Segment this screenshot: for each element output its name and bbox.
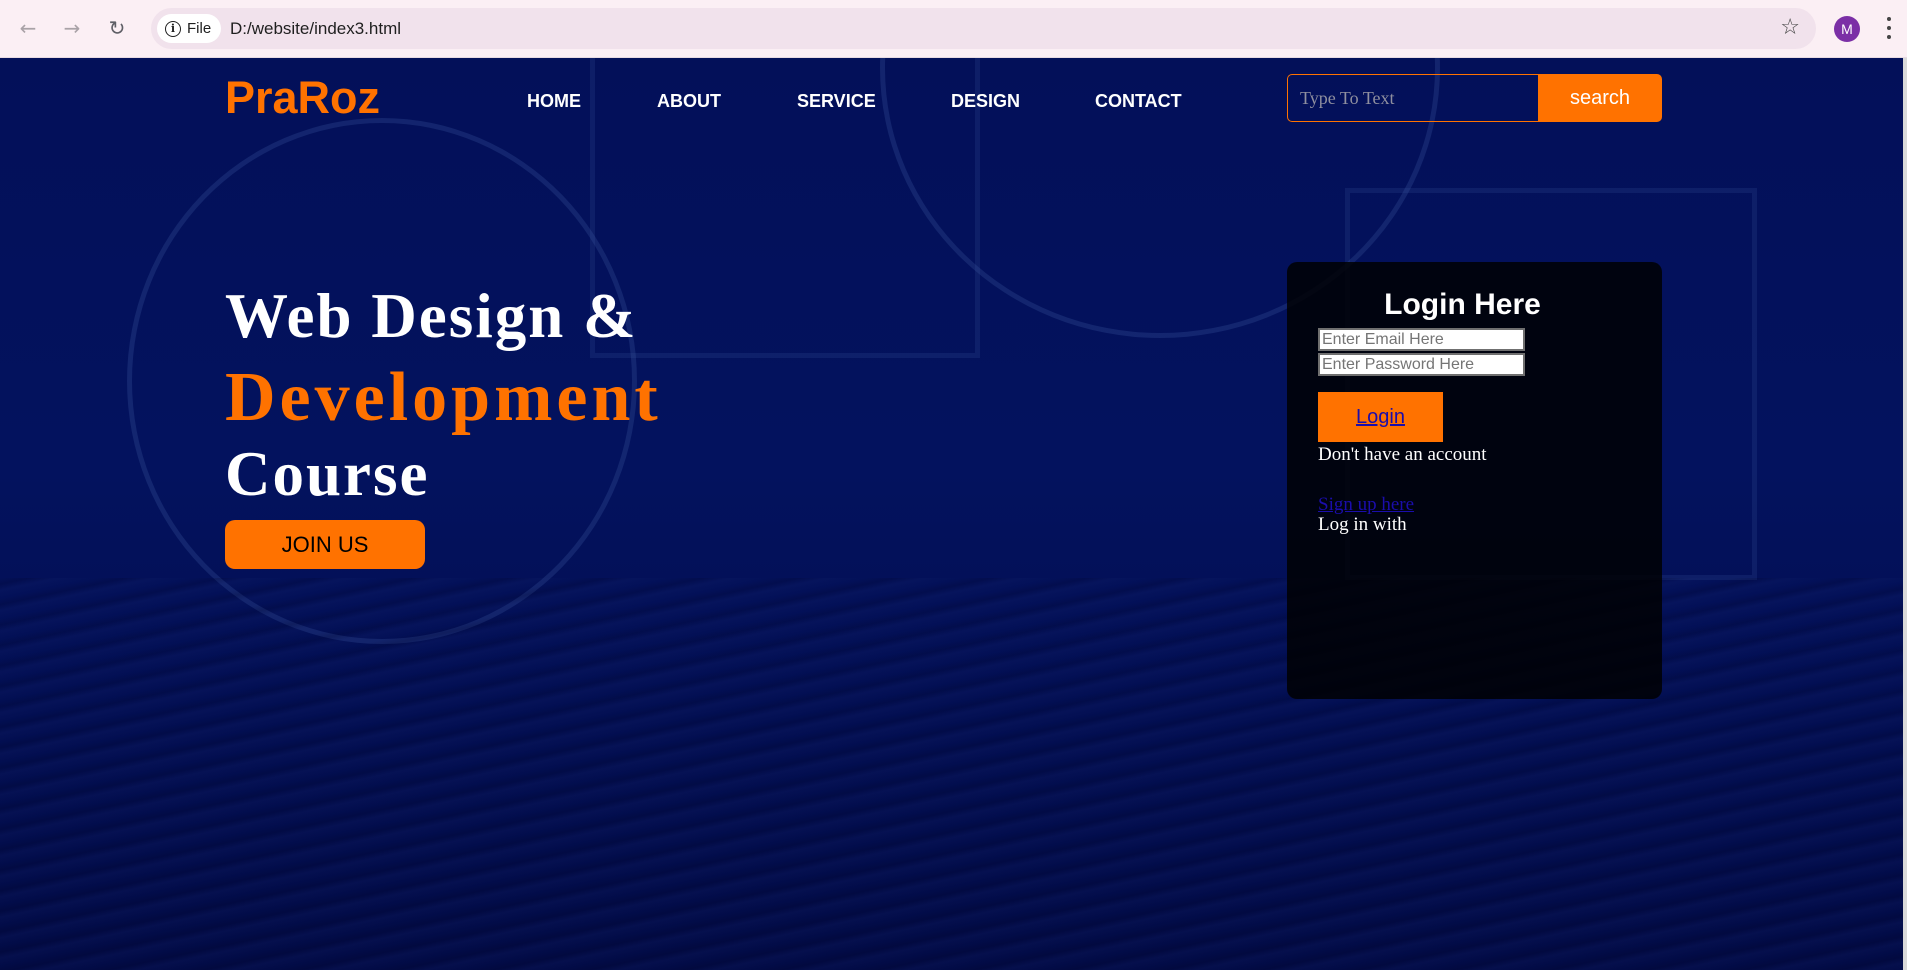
forward-arrow-icon[interactable]: → (58, 14, 86, 42)
address-bar[interactable]: i File D:/website/index3.html ☆ (151, 8, 1816, 49)
join-us-button[interactable]: JOIN US (225, 520, 425, 569)
file-chip-label: File (187, 20, 212, 37)
page-scrollbar[interactable] (1903, 58, 1907, 970)
background-square-decoration (590, 58, 980, 358)
login-panel: Login Here Login Don't have an account S… (1287, 262, 1662, 699)
nav-design[interactable]: DESIGN (951, 91, 1020, 112)
search-button[interactable]: search (1538, 74, 1662, 122)
info-icon: i (165, 20, 181, 37)
login-title: Login Here (1384, 288, 1541, 321)
back-arrow-icon[interactable]: ← (14, 14, 42, 42)
url-text[interactable]: D:/website/index3.html (230, 19, 401, 39)
search-input[interactable] (1287, 74, 1539, 122)
bookmark-star-icon[interactable]: ☆ (1780, 15, 1800, 40)
hero-title-line2: Development (225, 359, 662, 436)
reload-icon[interactable]: ↻ (103, 14, 131, 42)
nav-contact[interactable]: CONTACT (1095, 91, 1182, 112)
nav-service[interactable]: SERVICE (797, 91, 876, 112)
signup-link[interactable]: Sign up here (1318, 494, 1414, 516)
nav-about[interactable]: ABOUT (657, 91, 721, 112)
browser-toolbar: ← → ↻ i File D:/website/index3.html ☆ M (0, 0, 1907, 58)
hero-title-line3: Course (225, 439, 430, 509)
page-viewport: PraRoz HOME ABOUT SERVICE DESIGN CONTACT… (0, 58, 1907, 970)
login-button[interactable]: Login (1318, 392, 1443, 442)
password-field[interactable] (1318, 353, 1525, 376)
hero-title-line1: Web Design & (225, 281, 638, 351)
site-logo[interactable]: PraRoz (225, 72, 380, 124)
email-field[interactable] (1318, 328, 1525, 351)
no-account-text: Don't have an account (1318, 444, 1487, 465)
nav-home[interactable]: HOME (527, 91, 581, 112)
site-info-chip[interactable]: i File (157, 14, 222, 43)
kebab-menu-icon[interactable] (1886, 14, 1892, 42)
login-with-text: Log in with (1318, 514, 1407, 535)
profile-avatar[interactable]: M (1834, 16, 1860, 42)
